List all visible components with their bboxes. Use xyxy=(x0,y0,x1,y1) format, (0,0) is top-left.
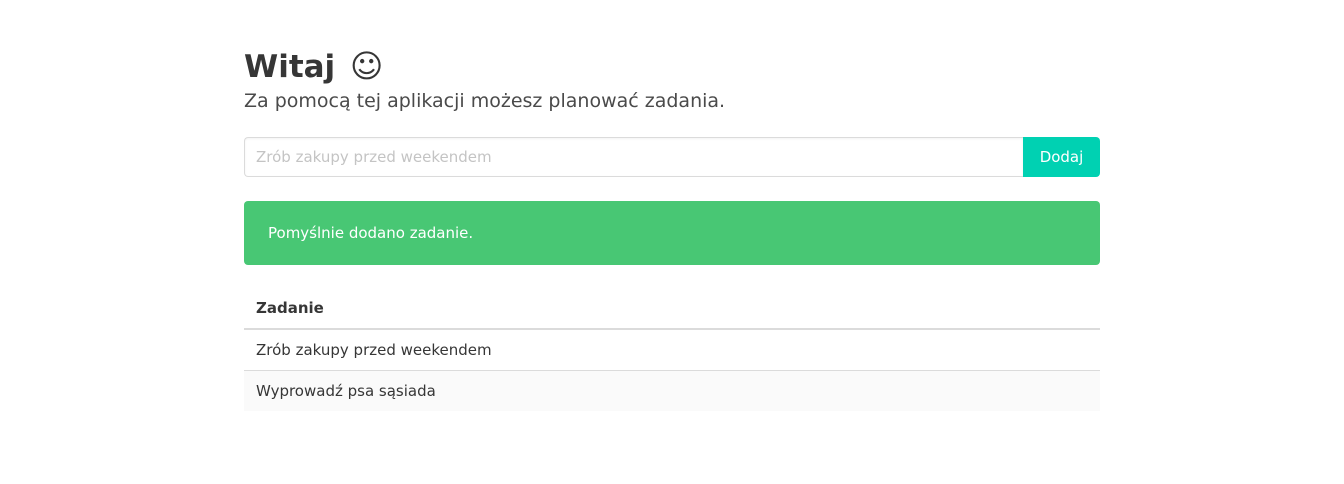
add-task-form: Dodaj xyxy=(244,137,1100,177)
add-button[interactable]: Dodaj xyxy=(1023,137,1100,177)
page-subtitle: Za pomocą tej aplikacji możesz planować … xyxy=(244,90,726,112)
success-notification: Pomyślnie dodano zadanie. xyxy=(244,201,1100,265)
column-header-task: Zadanie xyxy=(244,288,1100,330)
task-cell: Wyprowadź psa sąsiada xyxy=(244,370,1100,411)
task-table: Zadanie Zrób zakupy przed weekendem Wypr… xyxy=(244,288,1100,411)
table-header-row: Zadanie xyxy=(244,288,1100,330)
page-title: Witaj ☺ xyxy=(244,46,383,87)
task-cell: Zrób zakupy przed weekendem xyxy=(244,329,1100,371)
table-row[interactable]: Zrób zakupy przed weekendem xyxy=(244,329,1100,371)
smile-icon: ☺ xyxy=(349,47,384,85)
task-input[interactable] xyxy=(244,137,1023,177)
page-title-text: Witaj xyxy=(244,49,336,85)
table-row[interactable]: Wyprowadź psa sąsiada xyxy=(244,370,1100,411)
